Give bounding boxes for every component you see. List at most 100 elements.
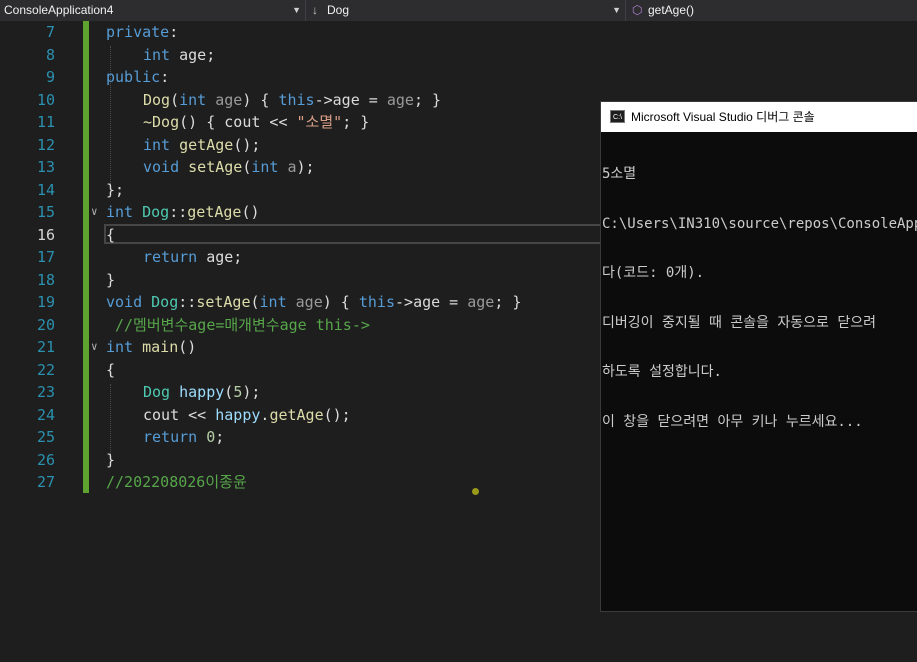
line-number: 13 bbox=[36, 158, 55, 176]
keyword: int bbox=[179, 90, 207, 109]
keyword: private bbox=[106, 23, 170, 41]
keyword: this bbox=[278, 90, 315, 109]
comment: //멤버변수age=매개변수age this-> bbox=[115, 315, 370, 334]
number-literal: 0 bbox=[206, 428, 216, 446]
keyword: int bbox=[143, 45, 171, 64]
project-dropdown[interactable]: ConsoleApplication4 ▼ bbox=[0, 0, 306, 21]
line-number: 19 bbox=[36, 293, 55, 311]
navigation-bar: ConsoleApplication4 ▼ ↓ Dog ▼ ⬡ getAge() bbox=[0, 0, 917, 22]
identifier: age; bbox=[170, 45, 216, 64]
collapse-chevron-icon[interactable]: ∨ bbox=[91, 201, 98, 224]
cursor-dot bbox=[472, 488, 479, 495]
parameter: age bbox=[215, 90, 243, 109]
keyword: int bbox=[251, 158, 279, 176]
function-name: setAge bbox=[196, 293, 251, 311]
line-number: 26 bbox=[36, 450, 55, 469]
number-literal: 5 bbox=[233, 383, 243, 401]
operator: :: bbox=[169, 203, 188, 221]
operator: << bbox=[179, 405, 216, 424]
line-number: 21 bbox=[36, 338, 55, 356]
punctuation: ( bbox=[250, 293, 260, 311]
keyword: int bbox=[143, 135, 171, 154]
console-line: 5소멸 bbox=[602, 166, 637, 182]
code-line: 9 public: bbox=[0, 66, 917, 89]
keyword: public bbox=[106, 68, 161, 86]
punctuation: } bbox=[106, 270, 116, 289]
punctuation: () bbox=[178, 338, 197, 356]
console-line: 하도록 설정합니다. bbox=[602, 364, 722, 380]
console-app-icon: C:\ bbox=[610, 110, 625, 123]
console-title: Microsoft Visual Studio 디버그 콘솔 bbox=[631, 110, 815, 124]
punctuation: (); bbox=[323, 405, 351, 424]
class-name: Dog bbox=[151, 293, 179, 311]
chevron-down-icon: ▼ bbox=[292, 5, 301, 15]
line-number: 25 bbox=[36, 428, 55, 446]
code-line: 8 int age; bbox=[0, 44, 917, 67]
punctuation: (); bbox=[233, 135, 261, 154]
punctuation: ; } bbox=[413, 90, 442, 109]
code-line: 7 private: bbox=[0, 21, 917, 44]
class-name: Dog bbox=[143, 383, 171, 401]
line-number: 22 bbox=[36, 360, 55, 379]
keyword: int bbox=[106, 203, 134, 221]
keyword: void bbox=[106, 293, 143, 311]
member: age bbox=[332, 90, 360, 109]
scope-dropdown-label: Dog bbox=[327, 3, 350, 17]
constructor: Dog bbox=[143, 90, 171, 109]
operator: = bbox=[440, 293, 468, 311]
punctuation: () { cout << bbox=[179, 113, 297, 131]
line-number: 17 bbox=[36, 248, 55, 266]
line-number: 7 bbox=[45, 23, 55, 41]
operator: = bbox=[359, 90, 387, 109]
punctuation: { bbox=[106, 225, 116, 244]
punctuation: ; bbox=[215, 428, 225, 446]
chevron-down-icon: ▼ bbox=[612, 5, 621, 15]
function-name: getAge bbox=[269, 405, 324, 424]
operator: -> bbox=[395, 293, 414, 311]
punctuation: () bbox=[241, 203, 260, 221]
project-dropdown-label: ConsoleApplication4 bbox=[4, 3, 114, 17]
keyword: void bbox=[143, 158, 180, 176]
punctuation: ) { bbox=[322, 293, 359, 311]
member-dropdown[interactable]: ⬡ getAge() bbox=[626, 0, 917, 21]
scope-dropdown[interactable]: ↓ Dog ▼ bbox=[306, 0, 626, 21]
punctuation: ( bbox=[170, 90, 180, 109]
punctuation: }; bbox=[106, 180, 125, 199]
keyword: int bbox=[259, 293, 287, 311]
function-name: main bbox=[142, 338, 179, 356]
line-number: 27 bbox=[36, 473, 55, 491]
debug-console-window[interactable]: C:\ Microsoft Visual Studio 디버그 콘솔 5소멸 C… bbox=[600, 101, 917, 612]
console-line: 디버깅이 중지될 때 콘솔을 자동으로 닫으려 bbox=[602, 314, 876, 331]
function-name: setAge bbox=[188, 158, 243, 176]
line-number: 18 bbox=[36, 270, 55, 289]
line-number: 14 bbox=[36, 180, 55, 199]
punctuation: ); bbox=[296, 158, 315, 176]
identifier: cout bbox=[143, 405, 180, 424]
console-line: 이 창을 닫으려면 아무 키나 누르세요... bbox=[602, 413, 863, 430]
parameter: age bbox=[386, 90, 414, 109]
operator: -> bbox=[314, 90, 333, 109]
function-name: getAge bbox=[179, 135, 234, 154]
keyword: this bbox=[358, 293, 395, 311]
string-literal: "소멸" bbox=[296, 113, 343, 131]
line-number: 16 bbox=[36, 225, 55, 244]
punctuation: : bbox=[160, 68, 170, 86]
line-number: 20 bbox=[36, 315, 55, 334]
console-title-bar[interactable]: C:\ Microsoft Visual Studio 디버그 콘솔 bbox=[601, 102, 917, 132]
cube-method-icon: ⬡ bbox=[632, 3, 643, 17]
punctuation: } bbox=[106, 450, 116, 469]
punctuation: ); bbox=[242, 383, 261, 401]
line-number: 11 bbox=[36, 113, 55, 131]
punctuation: : bbox=[169, 23, 179, 41]
collapse-chevron-icon[interactable]: ∨ bbox=[91, 336, 98, 359]
